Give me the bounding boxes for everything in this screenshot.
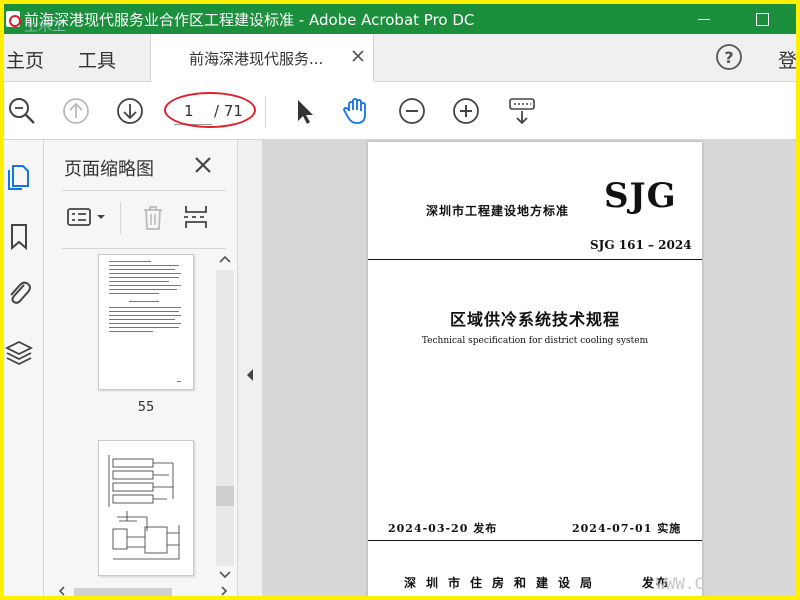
sign-in-link[interactable]: 登: [778, 46, 796, 73]
options-menu-icon[interactable]: [66, 202, 112, 232]
document-title-en: Technical specification for district coo…: [421, 336, 649, 346]
page-thumbnails-icon[interactable]: [4, 160, 34, 192]
thumbnail-list: 55: [44, 250, 214, 586]
close-tab-icon[interactable]: [349, 47, 367, 65]
page-rule: [368, 259, 702, 260]
publisher: 深圳市住房和建设局: [404, 576, 603, 590]
diagram-preview: [108, 455, 180, 560]
svg-text:?: ?: [724, 48, 733, 67]
watermark-text: WWW.C: [656, 574, 705, 593]
help-icon[interactable]: ?: [714, 42, 744, 72]
toolbar-separator: [265, 96, 266, 128]
scroll-up-icon[interactable]: [219, 254, 231, 264]
zoom-search-icon[interactable]: [6, 95, 38, 127]
tab-home[interactable]: 主页: [6, 46, 44, 73]
acrobat-window: 前海深港现代服务业合作区工程建设标准 - Adobe Acrobat Pro D…: [4, 4, 796, 596]
select-arrow-icon[interactable]: [288, 95, 320, 127]
tab-bar: 主页 工具 前海深港现代服务... ? 登: [4, 34, 796, 82]
collapse-left-icon[interactable]: [245, 368, 255, 382]
issuing-standard-type: 深圳市工程建设地方标准: [426, 204, 570, 218]
watermark-text: 土木工: [24, 19, 66, 35]
panel-divider: [62, 190, 226, 191]
page-thumbnail[interactable]: [98, 440, 194, 576]
minimize-button[interactable]: [692, 7, 716, 31]
page-rule: [368, 540, 702, 541]
panel-collapse-strip[interactable]: [238, 140, 262, 596]
window-title: 前海深港现代服务业合作区工程建设标准 - Adobe Acrobat Pro D…: [24, 11, 475, 29]
maximize-button[interactable]: [750, 7, 774, 31]
bookmark-icon[interactable]: [4, 220, 34, 252]
title-bar: 前海深港现代服务业合作区工程建设标准 - Adobe Acrobat Pro D…: [4, 4, 796, 35]
hand-tool-icon[interactable]: [340, 95, 372, 127]
issue-date: 2024-03-20 发布: [388, 522, 498, 535]
horizontal-scrollbar[interactable]: [44, 586, 238, 596]
page-split-icon[interactable]: [182, 202, 210, 232]
keyboard-scroll-icon[interactable]: [506, 95, 538, 127]
next-page-icon[interactable]: [114, 95, 146, 127]
scroll-right-icon[interactable]: [220, 586, 228, 596]
panel-title: 页面缩略图: [64, 159, 154, 180]
highlight-annotation: [164, 92, 256, 128]
thumbnail-scrollbar[interactable]: [216, 250, 234, 586]
tab-document[interactable]: 前海深港现代服务...: [150, 34, 374, 82]
thumbnail-page-number: 55: [137, 400, 155, 415]
attachment-icon[interactable]: [4, 276, 34, 308]
panel-toolbar-separator: [120, 202, 121, 234]
standard-code: SJG 161 – 2024: [590, 238, 692, 252]
thumbnails-panel: 页面缩略图 55: [44, 140, 238, 596]
scroll-down-icon[interactable]: [219, 570, 231, 580]
layers-icon[interactable]: [4, 336, 34, 368]
standard-logo: SJG: [604, 176, 677, 216]
document-tab-label: 前海深港现代服务...: [189, 50, 324, 68]
document-page: 深圳市工程建设地方标准 SJG SJG 161 – 2024 区域供冷系统技术规…: [368, 142, 702, 596]
close-panel-icon[interactable]: [192, 154, 214, 176]
navigation-rail: [4, 140, 44, 596]
scroll-left-icon[interactable]: [58, 586, 66, 596]
zoom-out-icon[interactable]: [396, 95, 428, 127]
implementation-date: 2024-07-01 实施: [572, 522, 682, 535]
document-title-cn: 区域供冷系统技术规程: [449, 310, 620, 329]
acrobat-app-icon: [6, 11, 21, 27]
panel-divider: [62, 248, 226, 249]
page-thumbnail[interactable]: [98, 254, 194, 390]
toolbar: 1 / 71: [4, 82, 796, 140]
delete-page-icon[interactable]: [138, 202, 168, 232]
scrollbar-thumb[interactable]: [74, 588, 172, 596]
tab-tools[interactable]: 工具: [78, 46, 116, 73]
previous-page-icon[interactable]: [60, 95, 92, 127]
scrollbar-thumb[interactable]: [216, 486, 234, 506]
zoom-in-icon[interactable]: [450, 95, 482, 127]
document-viewport[interactable]: 深圳市工程建设地方标准 SJG SJG 161 – 2024 区域供冷系统技术规…: [262, 140, 796, 596]
